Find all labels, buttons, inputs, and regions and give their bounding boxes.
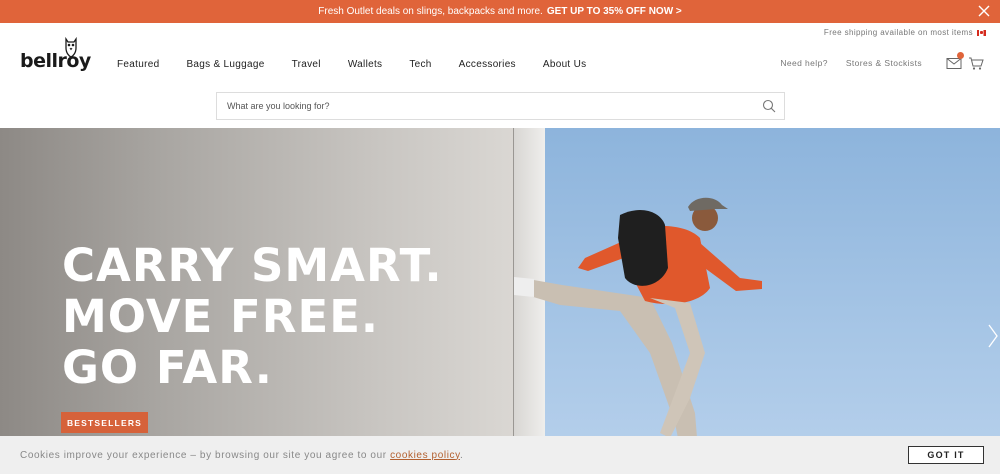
- shipping-note: Free shipping available on most items: [824, 28, 986, 37]
- search-input[interactable]: [217, 93, 762, 119]
- logo[interactable]: bellroy: [20, 36, 91, 76]
- stores-stockists-link[interactable]: Stores & Stockists: [846, 58, 922, 68]
- nav-item-about-us[interactable]: About Us: [543, 59, 587, 70]
- cart-icon[interactable]: [968, 55, 984, 71]
- cookies-policy-link[interactable]: cookies policy: [390, 450, 460, 461]
- promo-banner[interactable]: Fresh Outlet deals on slings, backpacks …: [0, 0, 1000, 23]
- hero-banner: CARRY SMART. MOVE FREE. GO FAR. BESTSELL…: [0, 128, 1000, 474]
- main-nav: Featured Bags & Luggage Travel Wallets T…: [117, 59, 613, 70]
- nav-item-travel[interactable]: Travel: [292, 59, 321, 70]
- search-bar: [216, 92, 785, 120]
- search-icon[interactable]: [762, 99, 776, 113]
- owl-icon: [65, 36, 77, 58]
- got-it-button[interactable]: GOT IT: [908, 446, 984, 464]
- hero-runner-image: [514, 197, 762, 474]
- cookie-message: Cookies improve your experience – by bro…: [20, 449, 387, 461]
- need-help-link[interactable]: Need help?: [780, 58, 827, 68]
- nav-item-bags-luggage[interactable]: Bags & Luggage: [186, 59, 264, 70]
- notification-dot: [957, 52, 964, 59]
- hero-headline-line-1: CARRY SMART.: [62, 239, 443, 292]
- chevron-right-icon[interactable]: [988, 324, 998, 348]
- nav-item-wallets[interactable]: Wallets: [348, 59, 383, 70]
- cookie-text: Cookies improve your experience – by bro…: [20, 450, 463, 461]
- nav-item-tech[interactable]: Tech: [409, 59, 431, 70]
- utility-nav: Need help? Stores & Stockists: [780, 52, 984, 71]
- canada-flag-icon: [977, 29, 986, 36]
- hero-headline-line-2: MOVE FREE.: [62, 290, 380, 343]
- promo-text: Fresh Outlet deals on slings, backpacks …: [318, 6, 543, 17]
- shipping-note-text: Free shipping available on most items: [823, 28, 973, 37]
- logo-text: bellroy: [20, 50, 91, 72]
- nav-item-accessories[interactable]: Accessories: [459, 59, 516, 70]
- cookie-banner: Cookies improve your experience – by bro…: [0, 436, 1000, 474]
- bestsellers-button[interactable]: BESTSELLERS: [61, 412, 148, 433]
- promo-cta-link[interactable]: GET UP TO 35% OFF NOW >: [547, 6, 682, 17]
- close-icon[interactable]: [978, 5, 990, 17]
- cookie-suffix: .: [459, 449, 464, 461]
- hero-headline: CARRY SMART. MOVE FREE. GO FAR.: [62, 240, 443, 393]
- nav-item-featured[interactable]: Featured: [117, 59, 159, 70]
- hero-headline-line-3: GO FAR.: [62, 341, 273, 394]
- envelope-icon[interactable]: [946, 52, 964, 71]
